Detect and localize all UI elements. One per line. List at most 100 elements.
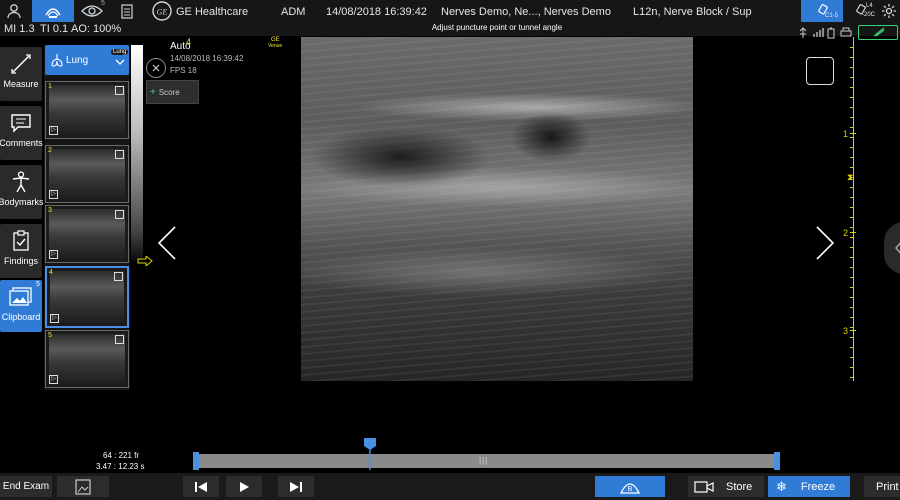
cine-start-handle[interactable]	[193, 452, 199, 470]
thumbnail-number: 1	[48, 83, 52, 90]
depth-minor-tick	[850, 67, 853, 68]
depth-minor-tick	[850, 187, 853, 188]
thumbnail-image	[50, 271, 124, 323]
clipboard-report-icon[interactable]	[114, 0, 140, 22]
ti-value: TI 0.1	[40, 23, 69, 35]
frame-counter: 64 : 221 fr	[103, 451, 140, 460]
body-icon	[12, 171, 30, 193]
thumbnail-checkbox[interactable]	[115, 210, 124, 219]
chevron-down-icon	[115, 59, 125, 65]
focus-marker[interactable]: ⧗	[847, 172, 853, 183]
clipboard-thumbnail[interactable]: 2 ▷	[45, 145, 129, 203]
ultrasound-image[interactable]	[301, 37, 693, 381]
freeze-label: Freeze	[800, 480, 836, 493]
probe-preset[interactable]: L12n, Nerve Block / Sup	[633, 6, 752, 18]
cine-cursor[interactable]	[363, 437, 377, 470]
depth-minor-tick	[850, 147, 853, 148]
close-button[interactable]	[146, 58, 166, 78]
brand-name: GE Healthcare	[176, 6, 249, 18]
preset-badge: Lung	[111, 49, 129, 55]
patient-name[interactable]: Nerves Demo, Ne..., Nerves Demo	[441, 6, 611, 18]
svg-text:GE: GE	[157, 8, 168, 17]
depth-minor-tick	[850, 297, 853, 298]
clipboard-scrollbar[interactable]	[131, 45, 143, 265]
play-clip-icon[interactable]: ▷	[50, 314, 59, 323]
auto-marker: 4	[186, 37, 192, 47]
b-mode-button[interactable]: B	[595, 476, 665, 497]
clipboard-thumbnail[interactable]: 4 ▷	[45, 266, 129, 328]
freeze-button[interactable]: ❄ Freeze	[768, 476, 850, 497]
side-panel-handle[interactable]	[884, 222, 900, 274]
store-button[interactable]: Store	[688, 476, 764, 497]
measure-tool[interactable]: Measure	[0, 47, 42, 101]
probe-c-label: C1-5	[825, 13, 839, 19]
cine-end-handle[interactable]	[774, 452, 780, 470]
depth-minor-tick	[850, 247, 853, 248]
depth-minor-tick	[850, 267, 853, 268]
depth-minor-tick	[850, 47, 853, 48]
thumbnail-checkbox[interactable]	[115, 150, 124, 159]
clipboard-label: Clipboard	[1, 312, 41, 322]
play-button[interactable]	[226, 476, 262, 497]
print-button[interactable]: Print	[864, 476, 900, 497]
clipboard-thumbnail[interactable]: 3 ▷	[45, 205, 129, 263]
preset-dropdown[interactable]: Lung Lung	[45, 45, 129, 75]
play-clip-icon[interactable]: ▷	[49, 250, 58, 259]
depth-label-3: 3	[843, 326, 849, 336]
measure-label: Measure	[3, 79, 39, 89]
previous-frame-button[interactable]	[183, 476, 219, 497]
settings-gear-icon[interactable]	[878, 0, 900, 22]
top-datetime: 14/08/2018 16:39:42	[326, 6, 427, 18]
thumbnail-number: 4	[49, 269, 53, 276]
comments-tool[interactable]: Comments	[0, 106, 43, 160]
probe-icon[interactable]	[32, 0, 74, 22]
depth-minor-tick	[850, 317, 853, 318]
clipboard-thumbnail[interactable]: 5 ▷	[45, 330, 129, 388]
image-date: 14/08/2018 16:39:42	[170, 54, 244, 63]
battery-icon	[827, 27, 835, 39]
next-frame-button[interactable]	[278, 476, 314, 497]
fps-label: FPS 18	[170, 66, 197, 75]
depth-minor-tick	[850, 107, 853, 108]
thumbnail-image	[49, 85, 125, 135]
thumbnail-checkbox[interactable]	[115, 86, 124, 95]
depth-label-2: 2	[843, 228, 849, 238]
close-icon	[152, 64, 160, 72]
next-arrow-icon[interactable]	[815, 225, 835, 261]
depth-minor-tick	[850, 287, 853, 288]
print-label: Print	[876, 480, 899, 493]
lung-icon	[51, 54, 63, 67]
preset-label: Lung	[66, 55, 89, 66]
print-status-icon	[840, 27, 852, 37]
findings-tool[interactable]: Findings	[0, 224, 42, 278]
skip-back-icon	[195, 481, 207, 492]
clipboard-badge: 5	[36, 281, 40, 288]
thumbnail-number: 5	[48, 332, 52, 339]
depth-minor-tick	[850, 157, 853, 158]
clipboard-thumbnail[interactable]: 1 ▷	[45, 81, 129, 139]
ge-logo-icon: GE	[151, 0, 173, 22]
depth-major-tick	[850, 330, 856, 331]
status-indicator[interactable]	[858, 25, 898, 40]
image-review-button[interactable]	[57, 476, 109, 497]
score-button[interactable]: + Score	[146, 80, 199, 104]
user-icon[interactable]	[2, 0, 26, 22]
end-exam-button[interactable]: End Exam	[0, 476, 52, 497]
depth-major-tick	[850, 133, 856, 134]
play-clip-icon[interactable]: ▷	[49, 190, 58, 199]
bottom-bar	[0, 473, 900, 500]
depth-minor-tick	[850, 357, 853, 358]
skip-forward-icon	[290, 481, 302, 492]
bodymarks-tool[interactable]: Bodymarks	[0, 165, 44, 219]
depth-minor-tick	[850, 207, 853, 208]
play-clip-icon[interactable]: ▷	[49, 375, 58, 384]
thumbnail-checkbox[interactable]	[114, 272, 123, 281]
thumbnail-checkbox[interactable]	[115, 335, 124, 344]
play-clip-icon[interactable]: ▷	[49, 126, 58, 135]
depth-minor-tick	[850, 167, 853, 168]
arrow-right-icon	[137, 256, 153, 266]
previous-arrow-icon[interactable]	[157, 225, 177, 261]
thumbnail-image	[49, 209, 125, 259]
depth-minor-tick	[850, 117, 853, 118]
image-select-checkbox[interactable]	[806, 57, 834, 85]
